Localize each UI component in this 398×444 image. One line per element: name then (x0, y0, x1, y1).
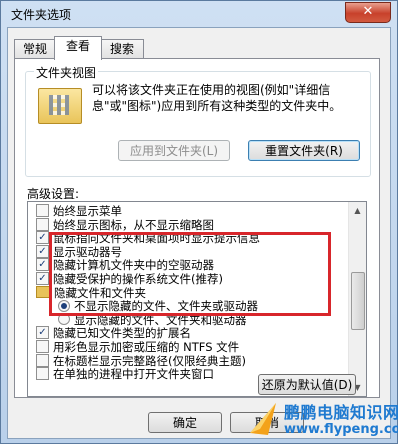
folder-view-icon (38, 88, 82, 124)
tab-general[interactable]: 常规 (14, 39, 56, 59)
apply-to-folders-button[interactable]: 应用到文件夹(L) (118, 140, 230, 161)
advanced-settings-list[interactable]: 始终显示菜单 始终显示图标，从不显示缩略图 ✓ 鼠标指向文件夹和桌面项时显示提示信息 ✓… (27, 201, 367, 397)
settings-option-label: 隐藏计算机文件夹中的空驱动器 (53, 258, 214, 273)
settings-option-label: 隐藏已知文件类型的扩展名 (53, 326, 191, 341)
checkbox-checked-icon[interactable]: ✓ (36, 244, 49, 258)
folder-icon (36, 286, 50, 299)
close-icon: ✕ (362, 4, 374, 19)
settings-option-label: 始终显示菜单 (53, 204, 122, 218)
tab-view[interactable]: 查看 (54, 36, 102, 60)
ok-button[interactable]: 确定 (148, 412, 222, 433)
settings-option-label: 隐藏文件和文件夹 (54, 285, 146, 300)
checkbox-icon[interactable] (36, 353, 49, 367)
radio-icon[interactable] (58, 313, 70, 326)
window-title: 文件夹选项 (11, 8, 72, 22)
checkbox-icon[interactable] (36, 204, 49, 217)
list-scrollbar[interactable]: ▲ ▼ (348, 202, 366, 396)
scroll-up-icon[interactable]: ▲ (349, 202, 366, 219)
advanced-settings-label: 高级设置: (27, 187, 80, 201)
checkbox-checked-icon[interactable]: ✓ (36, 326, 49, 340)
radio-selected-icon[interactable] (58, 299, 70, 312)
folder-options-window: 文件夹选项 ✕ 常规 查看 搜索 文件夹视图 可以将该文件夹正在使用的视图(例如… (0, 0, 398, 444)
checkbox-checked-icon[interactable]: ✓ (36, 272, 49, 285)
watermark: 鹏鹏电脑知识网 www.flypeng.com (246, 399, 398, 443)
restore-defaults-button[interactable]: 还原为默认值(D) (258, 374, 356, 395)
checkbox-icon[interactable] (36, 340, 49, 353)
settings-option-label: 显示隐藏的文件、文件夹和驱动器 (74, 312, 247, 327)
scroll-thumb[interactable] (351, 272, 365, 330)
settings-option-label: 显示驱动器号 (53, 244, 122, 259)
folder-views-group: 文件夹视图 可以将该文件夹正在使用的视图(例如"详细信息"或"图标")应用到所有… (25, 64, 371, 177)
checkbox-checked-icon[interactable]: ✓ (36, 231, 49, 245)
checkbox-icon[interactable] (36, 367, 49, 381)
view-tab-panel: 文件夹视图 可以将该文件夹正在使用的视图(例如"详细信息"或"图标")应用到所有… (14, 58, 380, 398)
watermark-logo-icon (250, 403, 276, 435)
title-bar[interactable]: 文件夹选项 ✕ (1, 1, 397, 27)
settings-option[interactable]: 在单独的进程中打开文件夹窗口 (36, 367, 214, 382)
settings-option-label: 在标题栏显示完整路径(仅限经典主题) (53, 353, 246, 368)
checkbox-checked-icon[interactable]: ✓ (36, 258, 49, 272)
watermark-text: 鹏鹏电脑知识网 (284, 403, 398, 422)
checkbox-icon[interactable] (36, 217, 49, 231)
settings-option-label: 隐藏受保护的操作系统文件(推荐) (53, 272, 223, 286)
tab-search[interactable]: 搜索 (100, 39, 144, 59)
settings-option-label: 在单独的进程中打开文件夹窗口 (53, 367, 214, 382)
settings-option-label: 用彩色显示加密或压缩的 NTFS 文件 (53, 340, 240, 354)
close-button[interactable]: ✕ (345, 2, 391, 23)
reset-folders-button[interactable]: 重置文件夹(R) (248, 140, 360, 161)
settings-option-label: 不显示隐藏的文件、文件夹或驱动器 (74, 299, 258, 314)
folder-views-description: 可以将该文件夹正在使用的视图(例如"详细信息"或"图标")应用到所有这种类型的文… (92, 83, 342, 113)
settings-option-label: 始终显示图标，从不显示缩略图 (53, 217, 214, 232)
settings-option-label: 鼠标指向文件夹和桌面项时显示提示信息 (53, 231, 260, 246)
folder-views-label: 文件夹视图 (34, 64, 99, 81)
dialog-body: 常规 查看 搜索 文件夹视图 可以将该文件夹正在使用的视图(例如"详细信息"或"… (7, 27, 391, 439)
watermark-url: www.flypeng.com (284, 422, 398, 437)
